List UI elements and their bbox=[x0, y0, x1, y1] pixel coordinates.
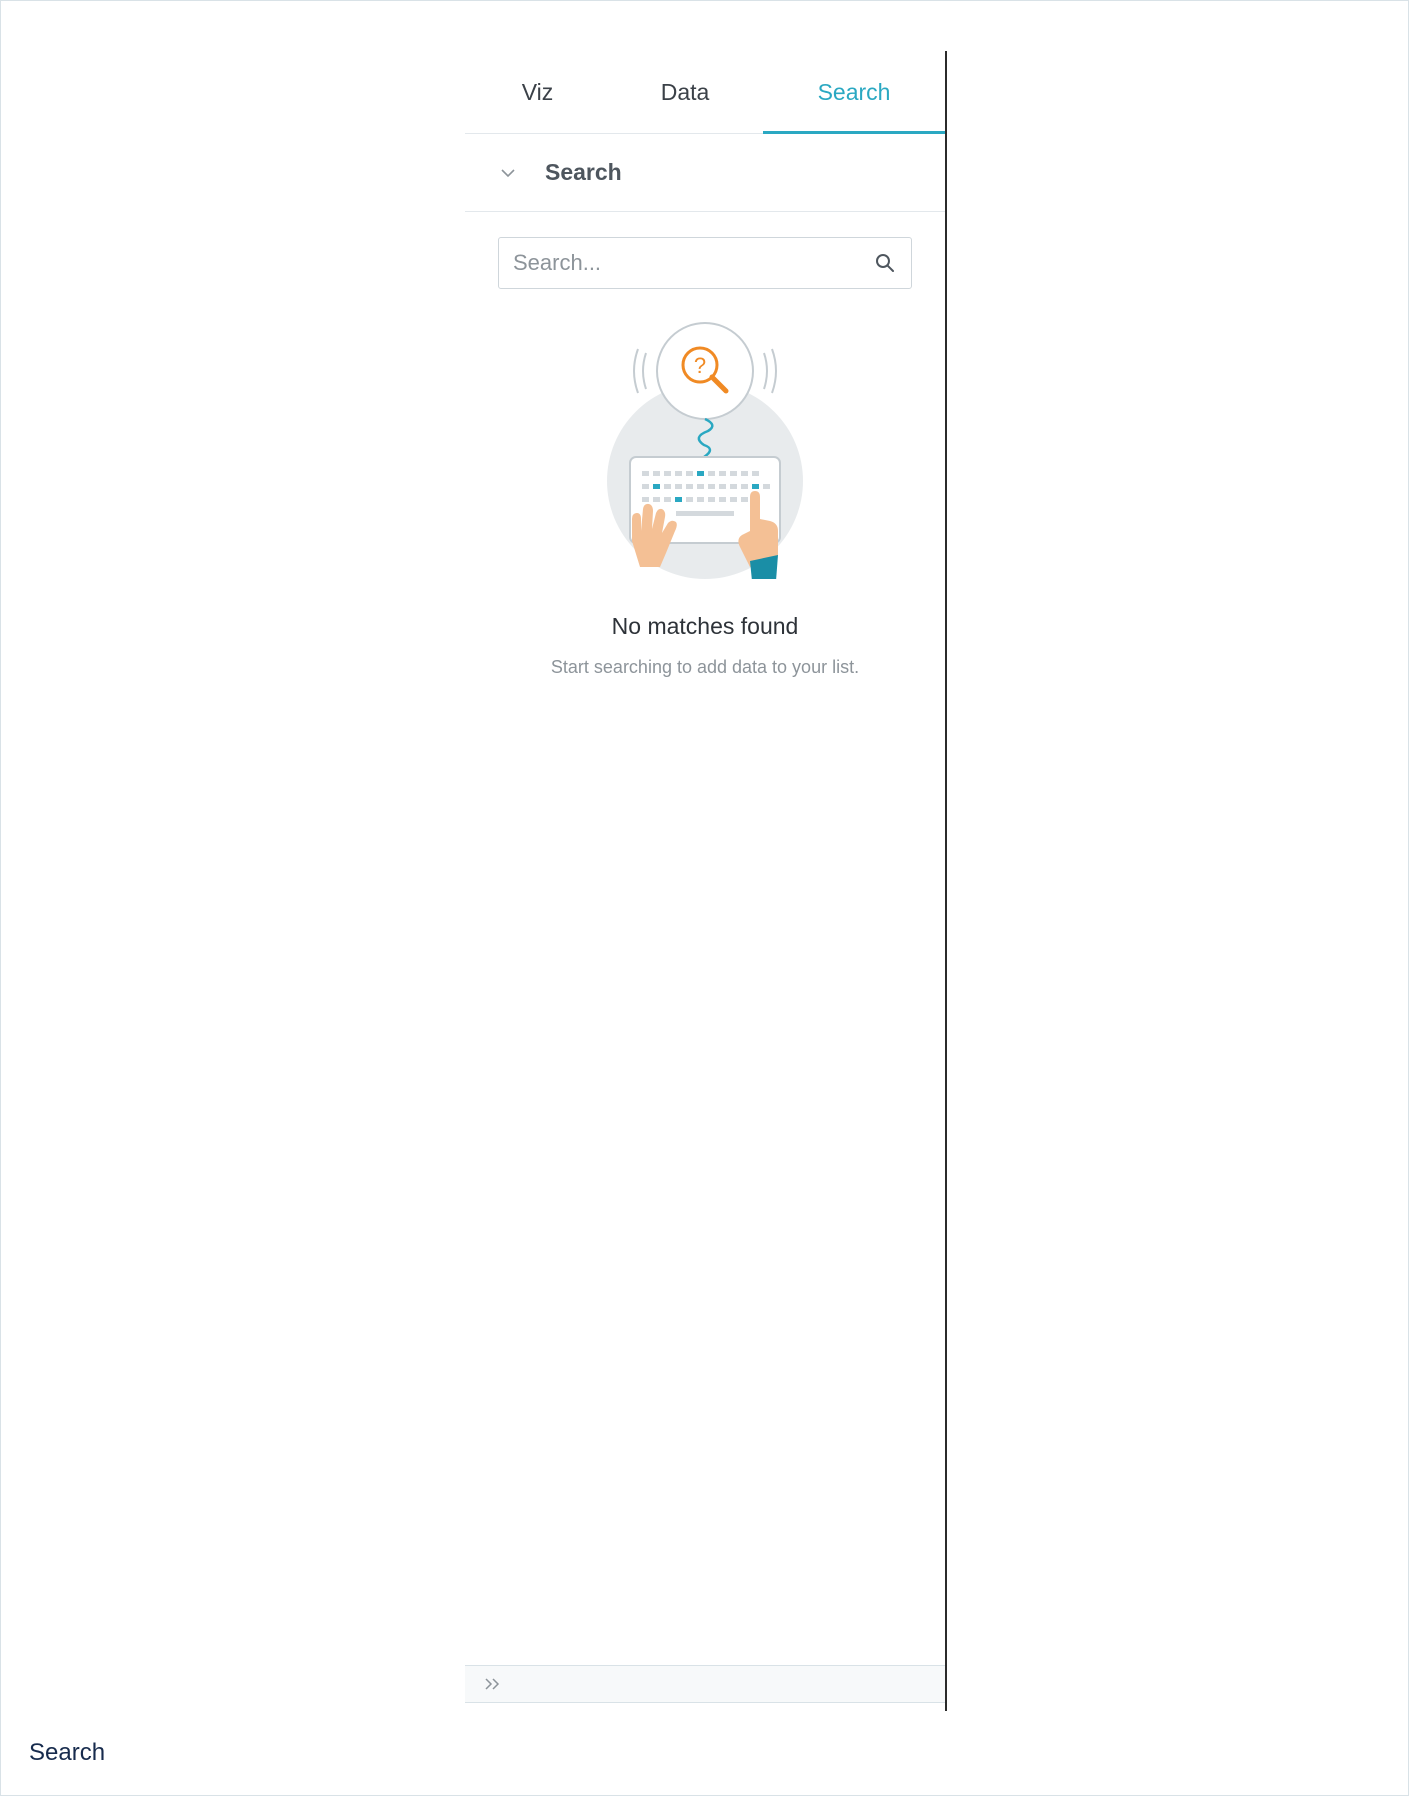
search-icon[interactable] bbox=[875, 253, 895, 273]
tab-search[interactable]: Search bbox=[763, 51, 945, 134]
double-chevron-right-icon[interactable] bbox=[483, 1676, 503, 1692]
tab-data[interactable]: Data bbox=[630, 51, 740, 133]
tab-viz[interactable]: Viz bbox=[485, 51, 590, 133]
no-results-illustration: ? bbox=[607, 322, 803, 579]
empty-state-subtitle: Start searching to add data to your list… bbox=[550, 657, 860, 677]
side-panel: Viz Data Search Search Search... ? No ma… bbox=[465, 51, 945, 1711]
search-field bbox=[498, 237, 912, 289]
search-section-header[interactable]: Search bbox=[465, 134, 945, 212]
panel-tabs: Viz Data Search bbox=[465, 51, 945, 134]
panel-collapse-bar[interactable] bbox=[465, 1665, 945, 1703]
section-title: Search bbox=[545, 159, 622, 185]
svg-text:?: ? bbox=[694, 353, 706, 378]
caption: Search bbox=[29, 1739, 106, 1766]
page-frame: Viz Data Search Search Search... ? No ma… bbox=[0, 0, 1409, 1796]
empty-state-title: No matches found bbox=[611, 613, 799, 639]
chevron-down-icon bbox=[501, 169, 515, 178]
search-input[interactable] bbox=[513, 238, 853, 288]
panel-divider bbox=[945, 51, 947, 1711]
